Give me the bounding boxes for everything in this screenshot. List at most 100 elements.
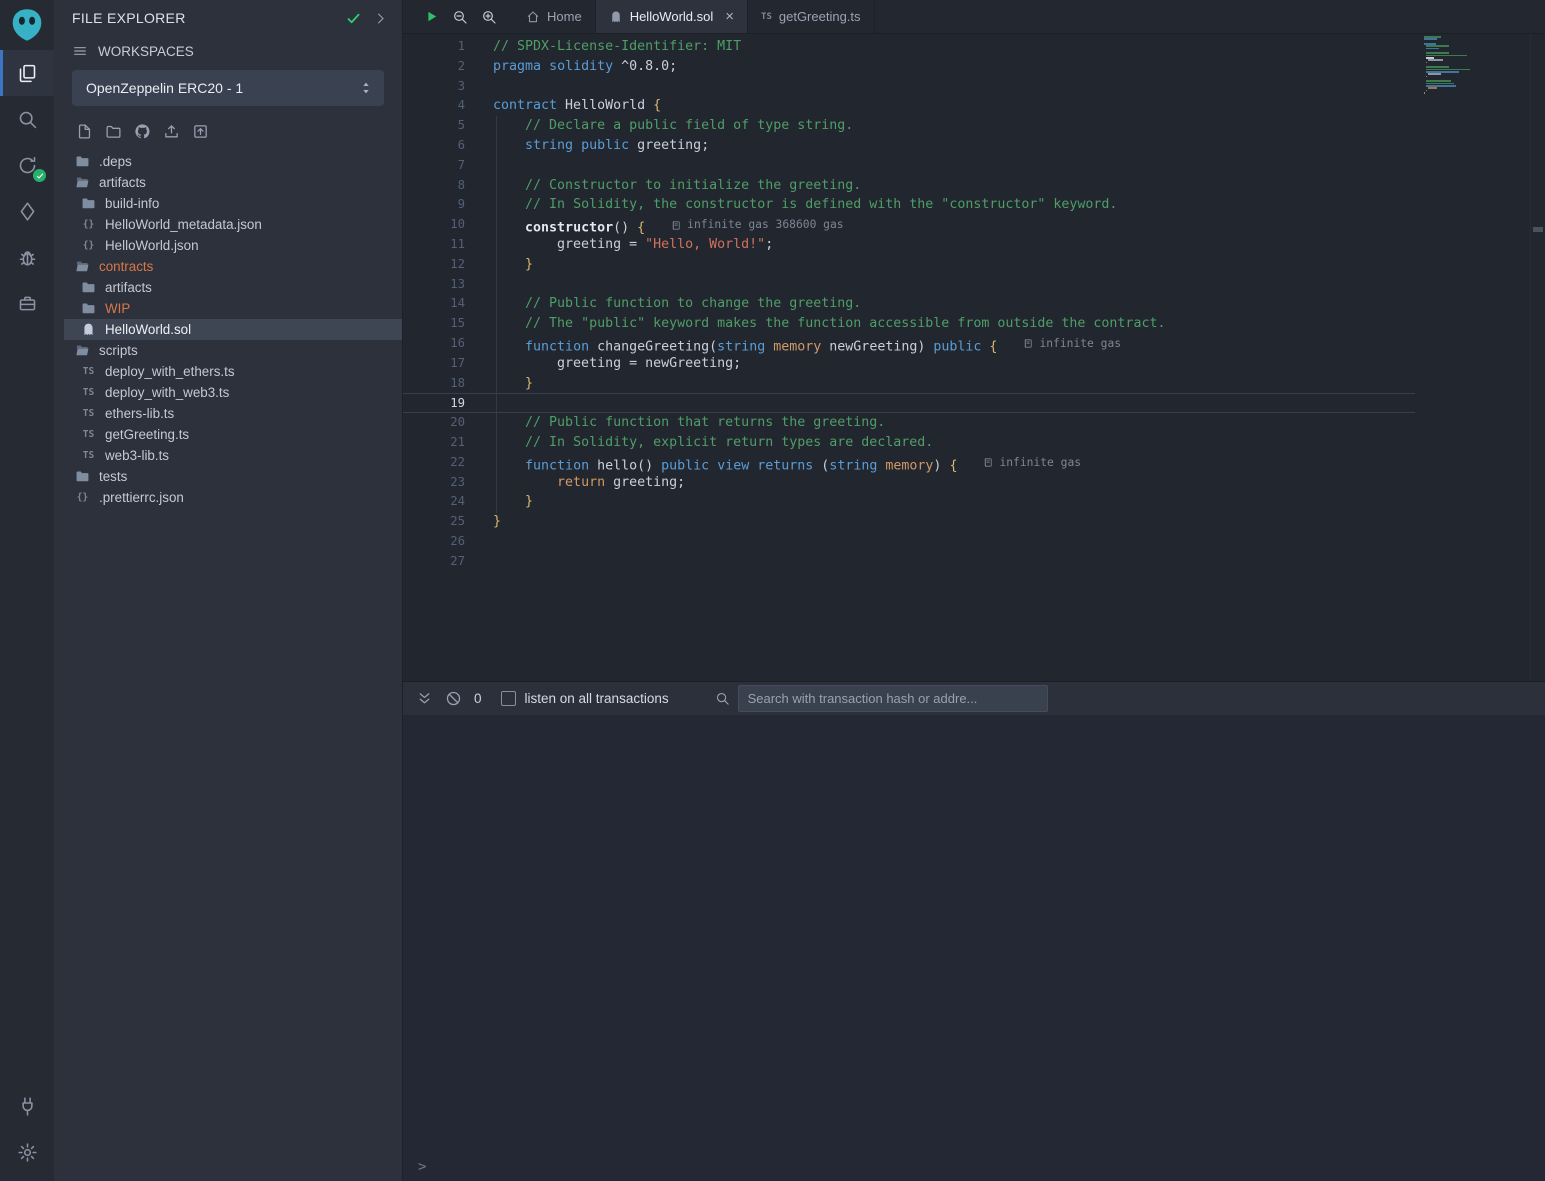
remix-logo-icon[interactable] <box>0 0 54 50</box>
solidity-compiler-icon[interactable] <box>0 142 54 188</box>
tree-item-web3-lib-ts[interactable]: TSweb3-lib.ts <box>64 445 402 466</box>
minimap[interactable] <box>1424 36 1500 99</box>
code-line[interactable]: 20 // Public function that returns the g… <box>403 413 1415 433</box>
chevron-right-icon[interactable] <box>373 11 388 26</box>
code-line[interactable]: 10 constructor() {infinite gas 368600 ga… <box>403 215 1415 235</box>
code-line-text <box>465 77 1415 97</box>
line-number: 6 <box>403 136 465 156</box>
code-line[interactable]: 15 // The "public" keyword makes the fun… <box>403 314 1415 334</box>
tree-item-scripts[interactable]: scripts <box>64 340 402 361</box>
listen-all-transactions-label: listen on all transactions <box>525 691 669 706</box>
code-line[interactable]: 11 greeting = "Hello, World!"; <box>403 235 1415 255</box>
zoom-in-button[interactable] <box>481 9 497 25</box>
run-script-button[interactable] <box>424 9 439 24</box>
terminal-output[interactable]: > <box>403 715 1545 1181</box>
debugger-icon[interactable] <box>0 234 54 280</box>
code-line[interactable]: 8 // Constructor to initialize the greet… <box>403 176 1415 196</box>
tree-item-artifacts[interactable]: artifacts <box>64 277 402 298</box>
tree-item-helloworld-sol[interactable]: HelloWorld.sol <box>64 319 402 340</box>
clear-console-icon[interactable] <box>445 690 462 707</box>
zoom-out-button[interactable] <box>452 9 468 25</box>
tree-item-deploy-with-ethers-ts[interactable]: TSdeploy_with_ethers.ts <box>64 361 402 382</box>
code-line[interactable]: 7 <box>403 156 1415 176</box>
code-line[interactable]: 21 // In Solidity, explicit return types… <box>403 433 1415 453</box>
tree-item-contracts[interactable]: contracts <box>64 256 402 277</box>
tree-item-label: artifacts <box>99 175 146 190</box>
code-line[interactable]: 22 function hello() public view returns … <box>403 453 1415 473</box>
clone-from-github-button[interactable] <box>134 123 151 140</box>
tree-item--deps[interactable]: .deps <box>64 151 402 172</box>
publish-to-gist-button[interactable] <box>192 123 209 140</box>
tree-item-tests[interactable]: tests <box>64 466 402 487</box>
tree-item-helloworld-json[interactable]: {}HelloWorld.json <box>64 235 402 256</box>
json-file-icon: {} <box>74 492 91 503</box>
code-line-text: // Declare a public field of type string… <box>465 116 1415 136</box>
code-line[interactable]: 27 <box>403 552 1415 572</box>
tree-item-artifacts[interactable]: artifacts <box>64 172 402 193</box>
upload-files-button[interactable] <box>163 123 180 140</box>
code-line[interactable]: 19 <box>403 393 1415 413</box>
code-editor[interactable]: 1// SPDX-License-Identifier: MIT2pragma … <box>403 34 1545 681</box>
code-line[interactable]: 4contract HelloWorld { <box>403 96 1415 116</box>
folder-open-icon <box>74 343 91 358</box>
code-line[interactable]: 2pragma solidity ^0.8.0; <box>403 57 1415 77</box>
terminal-expand-icon[interactable] <box>416 690 433 707</box>
plugin-connector-icon[interactable] <box>0 1083 54 1129</box>
tab-getgreeting-ts[interactable]: TSgetGreeting.ts <box>748 0 875 33</box>
code-line[interactable]: 17 greeting = newGreeting; <box>403 354 1415 374</box>
listen-all-transactions-checkbox[interactable] <box>501 691 516 706</box>
tree-item--prettierrc-json[interactable]: {}.prettierrc.json <box>64 487 402 508</box>
tab-helloworld-sol[interactable]: HelloWorld.sol× <box>596 0 748 33</box>
code-region[interactable]: 1// SPDX-License-Identifier: MIT2pragma … <box>403 34 1415 572</box>
deploy-and-run-icon[interactable] <box>0 188 54 234</box>
ts-file-icon: TS <box>761 12 772 22</box>
tree-item-helloworld-metadata-json[interactable]: {}HelloWorld_metadata.json <box>64 214 402 235</box>
code-line-text: } <box>465 255 1415 275</box>
scrollbar-thumb[interactable] <box>1533 227 1543 232</box>
workspaces-row: WORKSPACES <box>54 36 402 63</box>
editor-scrollbar[interactable] <box>1530 34 1545 681</box>
solidity-file-icon <box>80 322 97 337</box>
tree-item-label: WIP <box>105 301 130 316</box>
gas-estimate-hint: infinite gas <box>1023 334 1121 354</box>
code-line[interactable]: 9 // In Solidity, the constructor is def… <box>403 195 1415 215</box>
line-number: 7 <box>403 156 465 176</box>
code-line[interactable]: 13 <box>403 275 1415 295</box>
code-line[interactable]: 3 <box>403 77 1415 97</box>
tree-item-label: deploy_with_ethers.ts <box>105 364 235 379</box>
plugin-manager-icon[interactable] <box>0 280 54 326</box>
file-explorer-icon[interactable] <box>0 50 54 96</box>
tree-item-ethers-lib-ts[interactable]: TSethers-lib.ts <box>64 403 402 424</box>
code-line[interactable]: 5 // Declare a public field of type stri… <box>403 116 1415 136</box>
settings-icon[interactable] <box>0 1129 54 1175</box>
terminal-search-input[interactable] <box>738 685 1048 712</box>
code-line[interactable]: 16 function changeGreeting(string memory… <box>403 334 1415 354</box>
search-in-files-icon[interactable] <box>0 96 54 142</box>
code-line[interactable]: 14 // Public function to change the gree… <box>403 294 1415 314</box>
code-line[interactable]: 1// SPDX-License-Identifier: MIT <box>403 37 1415 57</box>
accept-workspace-icon[interactable] <box>346 11 361 26</box>
code-line[interactable]: 24 } <box>403 492 1415 512</box>
workspace-stepper-icon <box>358 80 374 96</box>
tree-item-deploy-with-web3-ts[interactable]: TSdeploy_with_web3.ts <box>64 382 402 403</box>
tree-item-wip[interactable]: WIP <box>64 298 402 319</box>
search-glyph <box>17 109 38 130</box>
code-line[interactable]: 26 <box>403 532 1415 552</box>
tree-item-build-info[interactable]: build-info <box>64 193 402 214</box>
code-line-text: } <box>465 492 1415 512</box>
code-line-text: greeting = newGreeting; <box>465 354 1415 374</box>
code-line[interactable]: 25} <box>403 512 1415 532</box>
tab-home[interactable]: Home <box>513 0 596 33</box>
code-line[interactable]: 12 } <box>403 255 1415 275</box>
workspace-select[interactable]: OpenZeppelin ERC20 - 1 <box>72 70 384 106</box>
code-line[interactable]: 18 } <box>403 374 1415 394</box>
editor-tabbar: HomeHelloWorld.sol×TSgetGreeting.ts <box>403 0 1545 34</box>
tree-item-getgreeting-ts[interactable]: TSgetGreeting.ts <box>64 424 402 445</box>
workspaces-menu-icon[interactable] <box>72 43 88 59</box>
code-line[interactable]: 6 string public greeting; <box>403 136 1415 156</box>
create-new-folder-button[interactable] <box>105 123 122 140</box>
code-line[interactable]: 23 return greeting; <box>403 473 1415 493</box>
activity-bar <box>0 0 54 1181</box>
close-tab-icon[interactable]: × <box>725 9 734 24</box>
create-new-file-button[interactable] <box>76 123 93 140</box>
